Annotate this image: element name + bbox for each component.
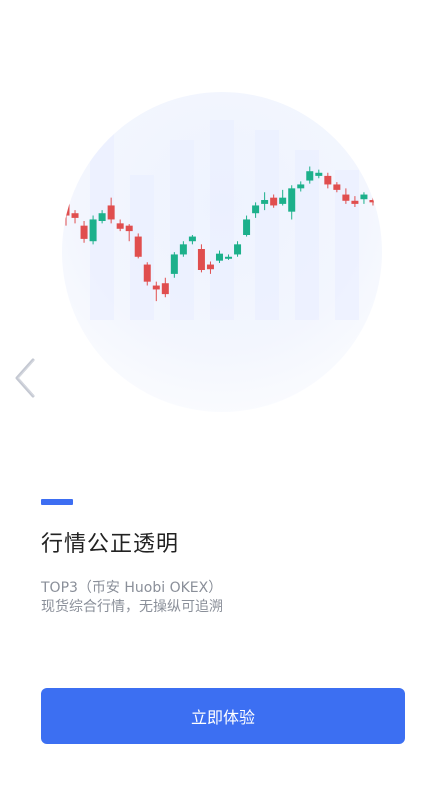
candle [197,244,205,273]
candle [243,215,251,237]
accent-bar [41,499,73,505]
chevron-left-icon [11,358,39,402]
start-experience-button[interactable]: 立即体验 [41,688,405,744]
candlestick-chart-illustration [62,105,382,320]
candle [324,172,332,189]
background-column [255,130,279,320]
page-title: 行情公正透明 [41,532,180,557]
candle [161,277,169,298]
candle [288,185,296,220]
candle [360,192,368,204]
background-column [170,140,194,320]
candle [116,219,124,232]
candle [369,196,377,206]
candle [378,191,382,201]
back-button[interactable] [8,358,42,402]
description-line-1: TOP3（币安 Huobi OKEX） [41,580,223,596]
candle [234,241,242,257]
description: TOP3（币安 Huobi OKEX） 现货综合行情，无操纵可追溯 [41,579,223,617]
background-column [335,170,359,320]
hero-illustration [62,92,382,412]
candle [62,196,70,226]
description-line-2: 现货综合行情，无操纵可追溯 [41,599,223,615]
background-column [130,175,154,320]
candle [89,215,97,245]
background-column [210,120,234,320]
candle [134,233,142,259]
candle [279,189,287,206]
candle [71,210,79,224]
candle [80,221,88,243]
